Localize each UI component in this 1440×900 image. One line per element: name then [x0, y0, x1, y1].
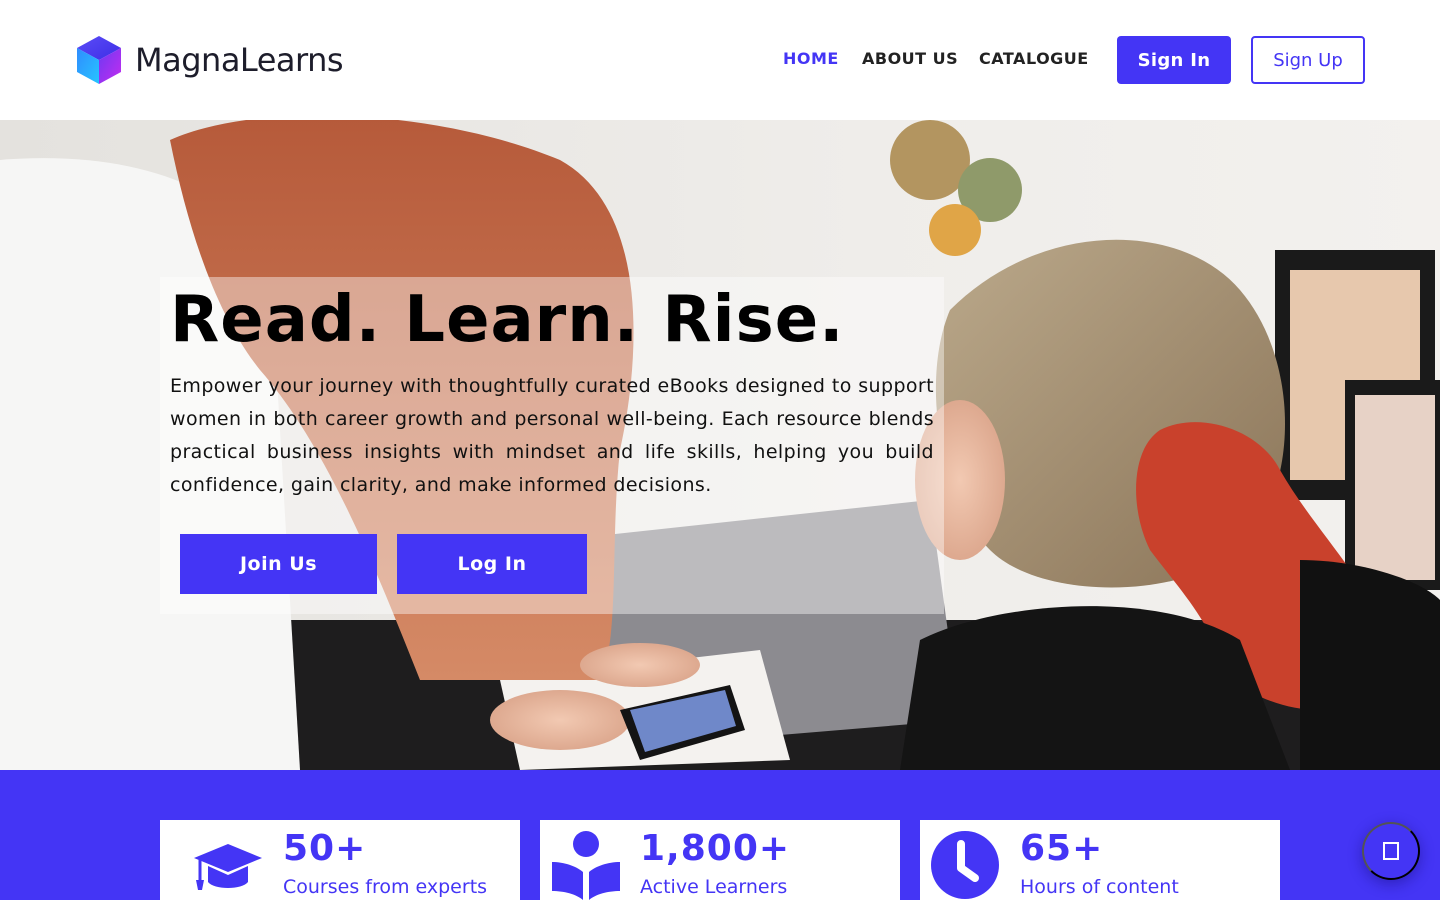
chat-icon [1383, 842, 1399, 860]
hero-section: Read. Learn. Rise. Empower your journey … [0, 120, 1440, 770]
brand-logo[interactable]: MagnaLearns [75, 34, 344, 86]
stat-card-courses: 50+ Courses from experts [160, 820, 520, 900]
book-reader-icon [552, 831, 620, 900]
brand-name: MagnaLearns [135, 41, 344, 79]
stat-card-learners: 1,800+ Active Learners [540, 820, 900, 900]
sign-in-button[interactable]: Sign In [1117, 36, 1231, 84]
nav-home[interactable]: HOME [783, 49, 839, 68]
cube-logo-icon [77, 36, 121, 84]
stat-label: Active Learners [640, 876, 788, 898]
chat-button[interactable] [1362, 822, 1420, 880]
nav-about-us[interactable]: ABOUT US [862, 49, 958, 68]
stat-value: 65+ [1020, 828, 1104, 869]
site-header: MagnaLearns HOME ABOUT US CATALOGUE Sign… [0, 0, 1440, 120]
log-in-button[interactable]: Log In [397, 534, 587, 594]
nav-catalogue[interactable]: CATALOGUE [979, 49, 1089, 68]
stat-card-hours: 65+ Hours of content [920, 820, 1280, 900]
hero-description: Empower your journey with thoughtfully c… [170, 375, 934, 496]
stat-value: 50+ [283, 828, 367, 869]
stat-label: Hours of content [1020, 876, 1179, 898]
join-us-button[interactable]: Join Us [180, 534, 377, 594]
clock-icon [931, 831, 999, 899]
stats-band: 50+ Courses from experts 1,800+ Active L… [0, 770, 1440, 900]
stat-value: 1,800+ [640, 828, 791, 869]
graduation-cap-icon [194, 844, 262, 890]
sign-up-button[interactable]: Sign Up [1251, 36, 1365, 84]
hero-title: Read. Learn. Rise. [170, 283, 845, 357]
stat-label: Courses from experts [283, 876, 488, 898]
